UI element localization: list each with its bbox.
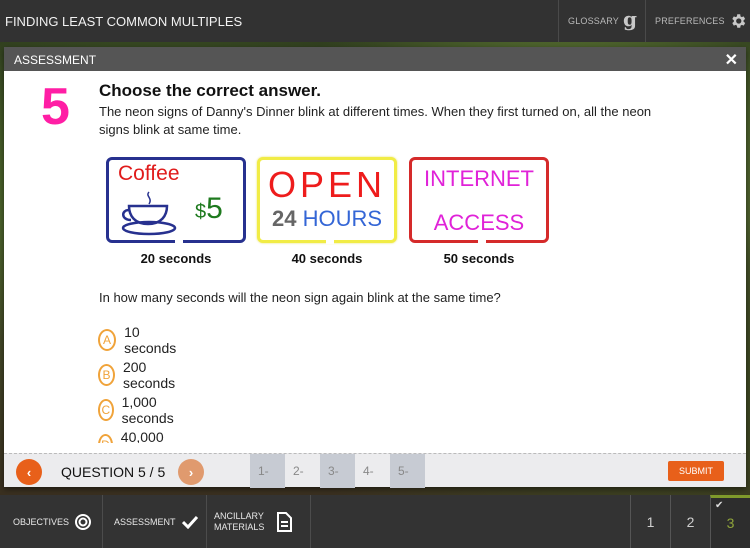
- objectives-label: OBJECTIVES: [13, 516, 70, 527]
- ancillary-materials-button[interactable]: ANCILLARY MATERIALS: [207, 495, 311, 548]
- chapter-tab-2[interactable]: 2: [670, 495, 710, 548]
- gear-icon: [732, 14, 745, 28]
- question-heading: Choose the correct answer.: [99, 81, 322, 100]
- document-icon: [277, 511, 293, 532]
- modal-header: ASSESSMENT ✕: [4, 47, 746, 71]
- target-icon: [75, 513, 92, 530]
- glossary-button[interactable]: GLOSSARY g: [558, 0, 644, 42]
- coffee-sign: Coffee $5: [106, 157, 246, 244]
- sign-gap: [478, 238, 486, 244]
- internet-sign: INTERNET ACCESS: [409, 157, 549, 244]
- question-number: 5: [41, 78, 70, 136]
- sign-gap: [175, 238, 183, 244]
- assessment-button[interactable]: ASSESSMENT: [103, 495, 207, 548]
- open-sign: OPEN 24 HOURS: [257, 157, 397, 244]
- assessment-modal: ASSESSMENT ✕ 5 Choose the correct answer…: [4, 47, 746, 488]
- option-d[interactable]: D 40,000 seconds: [98, 429, 180, 443]
- option-letter: C: [98, 399, 114, 421]
- bottom-nav-bar: OBJECTIVES ASSESSMENT ANCILLARY MATERIAL…: [0, 495, 750, 548]
- glossary-label: GLOSSARY: [568, 16, 619, 26]
- objectives-button[interactable]: OBJECTIVES: [0, 495, 103, 548]
- open-word: OPEN: [267, 164, 387, 205]
- question-tab-3[interactable]: 3-: [320, 454, 355, 488]
- question-prompt: In how many seconds will the neon sign a…: [99, 290, 501, 305]
- question-tab-2[interactable]: 2-: [285, 454, 320, 488]
- hours-line: 24 HOURS: [271, 206, 383, 231]
- question-navigation: ‹ QUESTION 5 / 5 › 1- 2- 3- 4- 5- SUBMIT: [4, 453, 746, 488]
- option-letter: D: [98, 434, 113, 443]
- question-tab-4[interactable]: 4-: [355, 454, 390, 488]
- option-text: 10 seconds: [124, 324, 177, 356]
- option-c[interactable]: C 1,000 seconds: [98, 394, 180, 426]
- open-sign-interval: 40 seconds: [291, 251, 363, 266]
- submit-button[interactable]: SUBMIT: [668, 461, 724, 481]
- chapter-tab-1[interactable]: 1: [630, 495, 670, 548]
- option-text: 1,000 seconds: [121, 394, 174, 426]
- preferences-label: PREFERENCES: [655, 16, 725, 26]
- chapter-number: 3: [726, 515, 735, 531]
- question-text: The neon signs of Danny's Dinner blink a…: [99, 104, 652, 137]
- checkmark-icon: [181, 515, 198, 529]
- access-word: ACCESS: [433, 210, 525, 235]
- option-letter: B: [98, 364, 115, 386]
- question-page-tabs: 1- 2- 3- 4- 5-: [250, 454, 425, 488]
- previous-question-button[interactable]: ‹: [16, 459, 42, 485]
- option-letter: A: [98, 329, 117, 351]
- preferences-button[interactable]: PREFERENCES: [645, 0, 750, 42]
- coffee-cup-icon: [121, 191, 177, 236]
- glossary-icon: g: [622, 7, 638, 31]
- sign-gap: [326, 238, 334, 244]
- modal-title: ASSESSMENT: [14, 53, 97, 67]
- question-counter: QUESTION 5 / 5: [61, 464, 166, 480]
- option-b[interactable]: B 200 seconds: [98, 359, 180, 391]
- close-icon[interactable]: ✕: [725, 50, 738, 70]
- option-text: 40,000 seconds: [120, 429, 164, 443]
- lesson-title: FINDING LEAST COMMON MULTIPLES: [5, 14, 243, 29]
- internet-word: INTERNET: [424, 166, 534, 191]
- coffee-sign-interval: 20 seconds: [140, 251, 212, 266]
- next-question-button[interactable]: ›: [178, 459, 204, 485]
- question-tab-5[interactable]: 5-: [390, 454, 425, 488]
- option-text: 200 seconds: [122, 359, 176, 391]
- internet-sign-interval: 50 seconds: [443, 251, 515, 266]
- assessment-label: ASSESSMENT: [114, 516, 176, 527]
- question-tab-1[interactable]: 1-: [250, 454, 285, 488]
- top-bar: FINDING LEAST COMMON MULTIPLES GLOSSARY …: [0, 0, 750, 42]
- coffee-word: Coffee: [118, 162, 180, 185]
- question-body: 5 Choose the correct answer. The neon si…: [4, 71, 746, 443]
- chapter-tab-3-active[interactable]: ✔ 3: [710, 495, 750, 548]
- ancillary-label: ANCILLARY MATERIALS: [214, 510, 265, 532]
- completed-check-icon: ✔: [715, 500, 724, 511]
- coffee-price: $5: [195, 192, 223, 225]
- option-a[interactable]: A 10 seconds: [98, 324, 180, 356]
